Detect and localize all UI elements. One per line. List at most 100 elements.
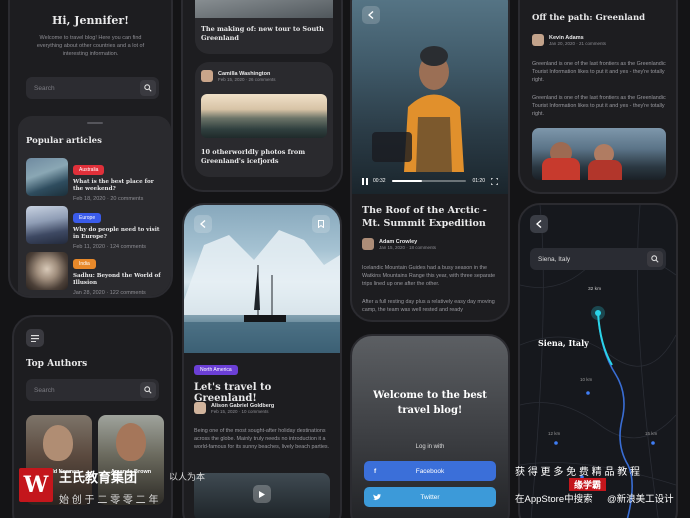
play-button[interactable] [253, 485, 271, 503]
article-date: Feb 18, 2020 [73, 196, 106, 202]
watermark-right: 获 得 更 多 免 费 精 品 教 程 缘学霸 在AppStore中搜索 @新浪… [515, 463, 690, 513]
fullscreen-icon[interactable] [491, 177, 498, 185]
author-photo [116, 423, 146, 461]
watermark-weibo: @新浪美工设计 [607, 494, 674, 505]
city-label: Siena, Italy [538, 338, 589, 348]
search-icon [144, 84, 152, 92]
article-body-1: Icelandic Mountain Guides had a busy sea… [362, 265, 496, 287]
author-name: Alison Gabriel Goldberg [211, 402, 275, 409]
back-button[interactable] [362, 6, 380, 24]
article-comments: 122 comments [109, 290, 146, 296]
search-placeholder: Search [34, 84, 55, 92]
article-card-south-greenland[interactable]: The making of: new tour to South Greenla… [195, 0, 333, 54]
facebook-icon: f [374, 467, 377, 475]
search-icon [651, 255, 659, 263]
bookmark-button[interactable] [312, 215, 330, 233]
distance-label: 15 km [645, 431, 658, 436]
time-current: 00:32 [373, 178, 386, 184]
author-name: Camilla Washington [218, 70, 271, 77]
search-button[interactable] [140, 80, 156, 96]
search-input[interactable]: Search [26, 77, 159, 99]
badge-india: India [73, 259, 96, 269]
bookmark-icon [318, 220, 324, 228]
article-thumb-sadhu [26, 252, 68, 290]
watermark-tagline-1: 以人为本 [169, 472, 206, 482]
watermark-right-line-2: 在AppStore中搜索 [515, 494, 593, 505]
card-title: The making of: new tour to South Greenla… [201, 25, 324, 42]
login-with-label: Log in with [415, 444, 445, 450]
twitter-label: Twitter [420, 493, 440, 501]
phone-login: Welcome to the best travel blog! Log in … [350, 334, 510, 518]
article-thumb-coast [26, 158, 68, 196]
article-meta: Jan 15, 2020 · 18 comments [379, 244, 437, 250]
twitter-button[interactable]: Twitter [364, 487, 496, 507]
article-body: Being one of the most sought-after holid… [194, 428, 330, 450]
article-meta: Jan 20, 2020 · 21 comments [549, 40, 607, 46]
article-image [532, 128, 666, 180]
article-title: Off the path: Greenland [532, 13, 646, 23]
search-icon [144, 386, 152, 394]
search-button[interactable] [140, 382, 156, 398]
article-item-3[interactable]: India Sadhu: Beyond the World of Illusio… [26, 252, 165, 296]
author-avatar [532, 34, 544, 46]
authors-search-input[interactable]: Search [26, 379, 159, 401]
welcome-title: Welcome to the best travel blog! [373, 390, 487, 416]
watermark-badge: 缘学霸 [569, 478, 607, 491]
popular-sheet: Popular articles Australia What is the b… [18, 116, 171, 296]
article-item-1[interactable]: Australia What is the best place for the… [26, 158, 165, 202]
distance-label: 10 km [580, 377, 593, 382]
badge-europe: Europe [73, 213, 102, 223]
search-placeholder: Search [34, 386, 55, 394]
article-card-icefjords[interactable]: Camilla Washington Feb 15, 2020 · 26 com… [195, 62, 333, 177]
search-value: Siena, Italy [538, 255, 571, 263]
pause-icon[interactable] [362, 177, 368, 185]
facebook-button[interactable]: f Facebook [364, 461, 496, 481]
location-search-input[interactable]: Siena, Italy [530, 248, 666, 270]
phone-home: Hi, Jennifer! Welcome to travel blog! He… [8, 0, 173, 298]
phone-video-article: 00:32 01:20 The Roof of the Arctic - Mt.… [350, 0, 510, 322]
chevron-left-icon [536, 220, 542, 228]
region-badge: North America [194, 365, 238, 375]
distance-label: 12 km [548, 431, 561, 436]
chevron-left-icon [200, 220, 206, 228]
search-button[interactable] [647, 251, 663, 267]
back-button[interactable] [530, 215, 548, 233]
article-title: The Roof of the Arctic - Mt. Summit Expe… [362, 205, 487, 229]
watermark-right-line-1: 获 得 更 多 免 费 精 品 教 程 [515, 467, 641, 478]
author-avatar [362, 238, 374, 250]
article-date: Jan 28, 2020 [73, 290, 105, 296]
author-photo [43, 425, 73, 461]
play-icon [259, 490, 265, 498]
sheet-handle[interactable] [86, 122, 103, 124]
menu-button[interactable] [26, 329, 44, 347]
article-body-2: After a full resting day plus a relative… [362, 299, 495, 313]
authors-title: Top Authors [26, 359, 88, 369]
hero-image [184, 205, 340, 353]
author-meta: Feb 15, 2020 · 26 comments [218, 76, 276, 82]
article-title: Sadhu: Beyond the World of Illusion [73, 273, 161, 286]
twitter-icon [373, 493, 381, 500]
watermark-tagline-2: 始 创 于 二 零 零 二 年 [59, 495, 159, 506]
video-controls: 00:32 01:20 [362, 176, 498, 186]
article-title: What is the best place for the weekend? [73, 179, 154, 192]
chevron-left-icon [368, 11, 374, 19]
watermark-left: W 王氏教育集团 以人为本 始 创 于 二 零 零 二 年 [19, 466, 219, 514]
article-thumb-mountains [26, 206, 68, 244]
badge-australia: Australia [73, 165, 105, 175]
greeting-title: Hi, Jennifer! [52, 14, 129, 27]
phone-feed: The making of: new tour to South Greenla… [181, 0, 343, 192]
author-avatar [201, 70, 213, 82]
article-date: Feb 11, 2020 [73, 244, 106, 250]
back-button[interactable] [194, 215, 212, 233]
article-comments: 124 comments [109, 244, 146, 250]
card-image [195, 0, 333, 18]
progress-fill [391, 180, 422, 182]
author-avatar [194, 402, 206, 414]
video-player[interactable]: 00:32 01:20 [352, 0, 508, 194]
welcome-text: Welcome to travel blog! Here you can fin… [36, 35, 145, 57]
article-item-2[interactable]: Europe Why do people need to visit in Eu… [26, 206, 165, 250]
article-title: Let's travel to Greenland! [194, 382, 272, 404]
menu-icon [31, 334, 39, 342]
card-title: 10 otherworldly photos from Greenland's … [201, 148, 306, 165]
progress-bar[interactable] [391, 180, 467, 182]
